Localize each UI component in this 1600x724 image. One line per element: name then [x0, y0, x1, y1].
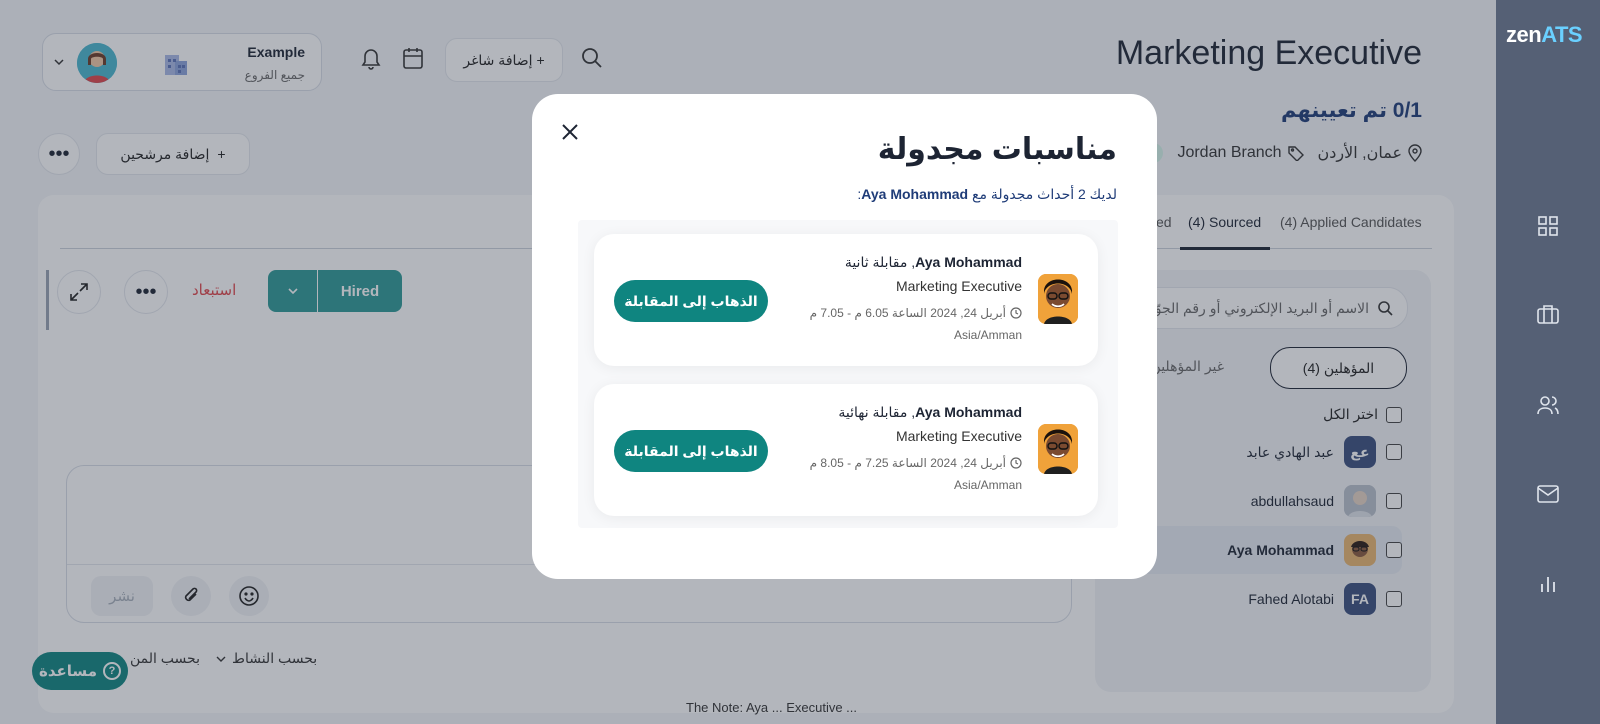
event-time-text: أبريل 24, 2024 الساعة 6.05 م - 7.05 م: [809, 306, 1006, 320]
avatar: [1038, 274, 1078, 324]
event-title: Aya Mohammad, مقابلة ثانية: [845, 254, 1022, 271]
event-type: , مقابلة نهائية: [838, 404, 916, 420]
users-icon[interactable]: [1532, 389, 1564, 421]
event-candidate-name: Aya Mohammad: [915, 404, 1022, 420]
event-time: أبريل 24, 2024 الساعة 6.05 م - 7.05 م: [810, 306, 1022, 320]
event-timezone: Asia/Amman: [953, 478, 1022, 492]
grid-icon[interactable]: [1532, 210, 1564, 242]
event-job: Marketing Executive: [895, 278, 1022, 294]
event-title: Aya Mohammad, مقابلة نهائية: [838, 404, 1022, 421]
event-card: Aya Mohammad, مقابلة نهائية Marketing Ex…: [594, 384, 1098, 516]
event-time-text: أبريل 24, 2024 الساعة 7.25 م - 8.05 م: [809, 456, 1006, 470]
bar-chart-icon[interactable]: [1532, 568, 1564, 600]
clock-icon: [1010, 307, 1022, 319]
modal-title: مناسبات مجدولة: [877, 133, 1117, 166]
scheduled-events-modal: مناسبات مجدولة لديك 2 أحداث مجدولة مع Ay…: [532, 94, 1157, 579]
app-logo[interactable]: zenATS: [1506, 22, 1583, 48]
modal-subtitle: لديك 2 أحداث مجدولة مع Aya Mohammad:: [857, 186, 1117, 203]
side-nav: zenATS: [1496, 0, 1600, 724]
briefcase-icon[interactable]: [1532, 298, 1564, 330]
subtitle-name: Aya Mohammad: [861, 186, 969, 202]
subtitle-prefix: لديك 2 أحداث مجدولة مع: [972, 186, 1117, 202]
clock-icon: [1010, 457, 1022, 469]
event-job: Marketing Executive: [895, 428, 1022, 444]
avatar: [1038, 424, 1078, 474]
mail-icon[interactable]: [1532, 478, 1564, 510]
event-candidate-name: Aya Mohammad: [915, 254, 1022, 270]
event-card: Aya Mohammad, مقابلة ثانية Marketing Exe…: [594, 234, 1098, 366]
go-to-interview-button[interactable]: الذهاب إلى المقابلة: [614, 430, 768, 472]
event-time: أبريل 24, 2024 الساعة 7.25 م - 8.05 م: [810, 456, 1022, 470]
event-timezone: Asia/Amman: [953, 328, 1022, 342]
event-type: , مقابلة ثانية: [844, 254, 916, 270]
close-icon[interactable]: [556, 118, 584, 146]
go-to-interview-button[interactable]: الذهاب إلى المقابلة: [614, 280, 768, 322]
